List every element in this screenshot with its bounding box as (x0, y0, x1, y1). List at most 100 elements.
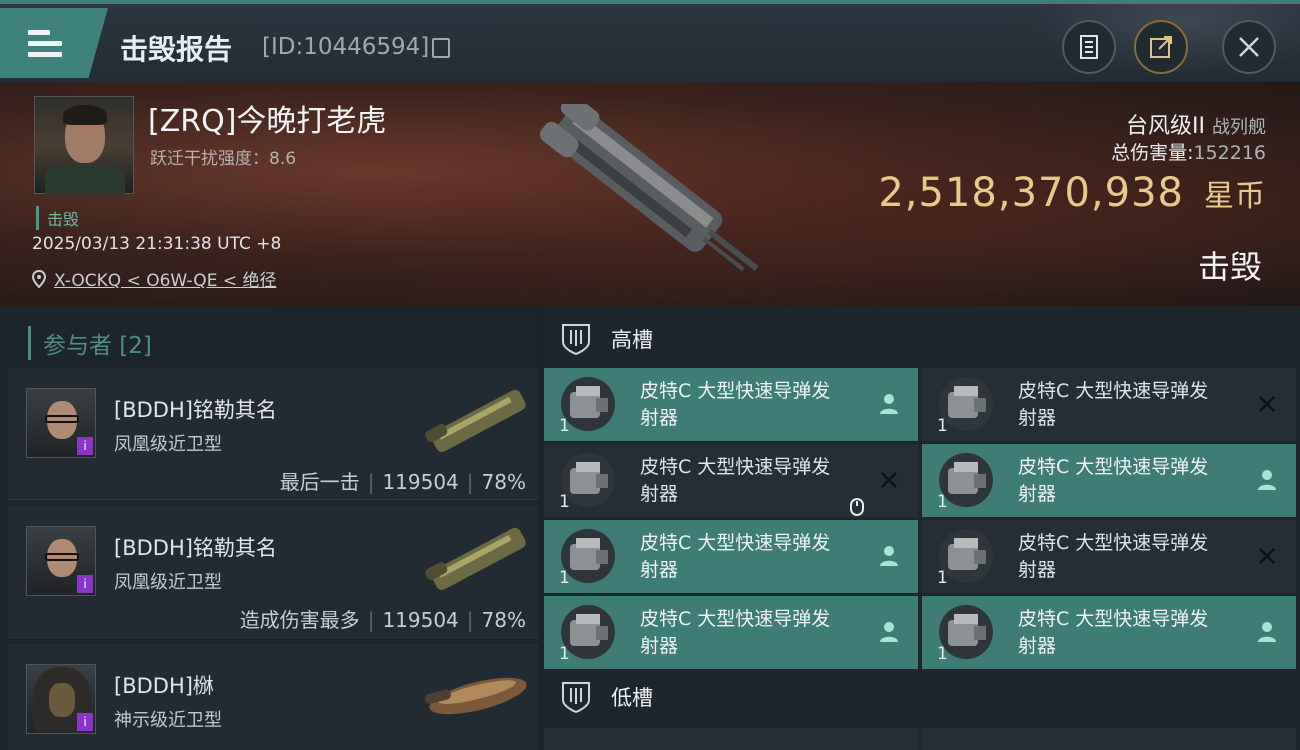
close-button[interactable] (1222, 20, 1276, 74)
participants-panel: 参与者 [2] i [BDDH]铭勒其名 凤凰级近卫型 最后一击 | 119504 |… (0, 306, 540, 750)
participant-percent: 78% (481, 470, 526, 494)
module-quantity: 1 (559, 492, 570, 512)
notes-icon (1080, 35, 1098, 59)
avatar: i (26, 664, 96, 734)
kill-result: 击毁 (1197, 248, 1262, 286)
victim-portrait[interactable] (34, 96, 134, 195)
module-quantity: 1 (937, 644, 948, 664)
total-damage: 总伤害量:152216 (1111, 138, 1266, 165)
page-title: 击毁报告 (120, 33, 233, 66)
participant-role: 造成伤害最多 (239, 608, 360, 632)
total-damage-value: 152216 (1193, 142, 1266, 164)
participant-role: 最后一击 (279, 470, 360, 494)
victim-ship-image[interactable] (515, 104, 785, 284)
participant-ship-image (425, 677, 527, 715)
mouse-cursor-icon (850, 498, 864, 516)
module-slot[interactable]: 1 皮特C 大型快速导弹发 射器 (922, 596, 1296, 669)
info-badge-icon: i (77, 575, 93, 593)
module-quantity: 1 (937, 568, 948, 588)
report-id: [ID:10446594] (262, 34, 430, 60)
module-slot[interactable]: 1 皮特C 大型快速导弹发 射器 (922, 520, 1296, 593)
participant-card[interactable]: i [BDDH]铭勒其名 凤凰级近卫型 最后一击 | 119504 | 78% (8, 368, 538, 500)
destroyed-x-icon (1259, 548, 1275, 564)
copy-icon[interactable] (432, 38, 450, 58)
module-quantity: 1 (937, 492, 948, 512)
low-slot-icon (562, 682, 590, 714)
module-slot[interactable]: 1 皮特C 大型快速导弹发 射器 (922, 444, 1296, 517)
participant-ship: 凤凰级近卫型 (114, 572, 222, 593)
warp-disruption-strength: 跃迁干扰强度：8.6 (150, 149, 297, 169)
close-icon (1239, 37, 1259, 57)
high-slot-header: 高槽 (559, 322, 653, 356)
high-slot-icon (562, 324, 590, 356)
module-name: 皮特C 大型快速导弹发 射器 (640, 532, 831, 581)
avatar: i (26, 388, 96, 458)
module-quantity: 1 (559, 644, 570, 664)
participant-name: [BDDH]铭勒其名 (114, 398, 277, 422)
participant-card[interactable]: i [BDDH]铭勒其名 凤凰级近卫型 造成伤害最多 | 119504 | 78% (8, 506, 538, 638)
module-slot[interactable]: 1 皮特C 大型快速导弹发 射器 (544, 520, 918, 593)
participant-damage: 119504 (382, 608, 459, 632)
location-pin-icon (32, 269, 46, 288)
ship-class-name: 台风级II (1126, 114, 1205, 139)
ship-category: 战列舰 (1212, 117, 1266, 138)
module-slot-partial[interactable] (544, 728, 918, 750)
top-bar: 击毁报告 [ID:10446594] (0, 0, 1300, 84)
victim-name[interactable]: [ZRQ]今晚打老虎 (148, 96, 386, 140)
participant-card[interactable]: i [BDDH]椕 神示级近卫型 (8, 644, 538, 750)
participant-damage: 119504 (382, 470, 459, 494)
menu-button[interactable] (0, 8, 108, 78)
destroyed-x-icon (881, 472, 897, 488)
total-damage-label: 总伤害量: (1111, 142, 1194, 164)
high-slot-label: 高槽 (611, 328, 653, 352)
participant-percent: 78% (481, 608, 526, 632)
isk-value: 2,518,370,938 星币 (878, 170, 1266, 216)
module-name: 皮特C 大型快速导弹发 射器 (1018, 608, 1209, 657)
module-name: 皮特C 大型快速导弹发 射器 (1018, 380, 1209, 429)
participant-ship-image (425, 389, 526, 452)
pilot-icon (1258, 622, 1276, 642)
low-slot-label: 低槽 (611, 686, 653, 710)
module-quantity: 1 (559, 568, 570, 588)
module-slot-partial[interactable] (922, 728, 1296, 750)
status-tag: 击毁 (36, 206, 79, 230)
module-slot[interactable]: 1 皮特C 大型快速导弹发 射器 (922, 368, 1296, 441)
participant-ship: 神示级近卫型 (114, 710, 222, 731)
module-name: 皮特C 大型快速导弹发 射器 (640, 456, 831, 505)
participant-name: [BDDH]铭勒其名 (114, 536, 277, 560)
module-name: 皮特C 大型快速导弹发 射器 (1018, 532, 1209, 581)
isk-amount: 2,518,370,938 (878, 170, 1184, 216)
info-badge-icon: i (77, 437, 93, 455)
isk-unit: 星币 (1204, 179, 1266, 214)
low-slot-header: 低槽 (559, 680, 653, 714)
module-name: 皮特C 大型快速导弹发 射器 (1018, 456, 1209, 505)
module-name: 皮特C 大型快速导弹发 射器 (640, 608, 831, 657)
victim-ship-class: 台风级II 战列舰 (1126, 108, 1266, 140)
participant-name: [BDDH]椕 (114, 674, 214, 698)
module-quantity: 1 (559, 416, 570, 436)
share-icon (1150, 36, 1172, 58)
participants-header: 参与者 [2] (28, 326, 152, 360)
notes-button[interactable] (1062, 20, 1116, 74)
participant-ship-image (425, 527, 526, 590)
module-slot[interactable]: 1 皮特C 大型快速导弹发 射器 (544, 368, 918, 441)
kill-location[interactable]: X-OCKQ < O6W-QE < 绝径 (32, 266, 277, 291)
pilot-icon (880, 622, 898, 642)
participant-stats: 造成伤害最多 | 119504 | 78% (239, 608, 526, 632)
kill-summary: [ZRQ]今晚打老虎 跃迁干扰强度：8.6 击毁 2025/03/13 21:3… (0, 82, 1300, 306)
module-quantity: 1 (937, 416, 948, 436)
fitting-panel: 高槽 1 皮特C 大型快速导弹发 射器 1 皮特C 大型快速导弹发 射器 1 皮特C… (543, 306, 1300, 750)
pilot-icon (880, 546, 898, 566)
location-link[interactable]: X-OCKQ < O6W-QE < 绝径 (54, 266, 277, 291)
menu-icon (28, 30, 62, 57)
destroyed-x-icon (1259, 396, 1275, 412)
avatar: i (26, 526, 96, 596)
participant-ship: 凤凰级近卫型 (114, 434, 222, 455)
info-badge-icon: i (77, 713, 93, 731)
module-name: 皮特C 大型快速导弹发 射器 (640, 380, 831, 429)
module-slot[interactable]: 1 皮特C 大型快速导弹发 射器 (544, 596, 918, 669)
share-button[interactable] (1134, 20, 1188, 74)
kill-timestamp: 2025/03/13 21:31:38 UTC +8 (32, 234, 282, 254)
participant-stats: 最后一击 | 119504 | 78% (279, 470, 526, 494)
pilot-icon (1258, 470, 1276, 490)
